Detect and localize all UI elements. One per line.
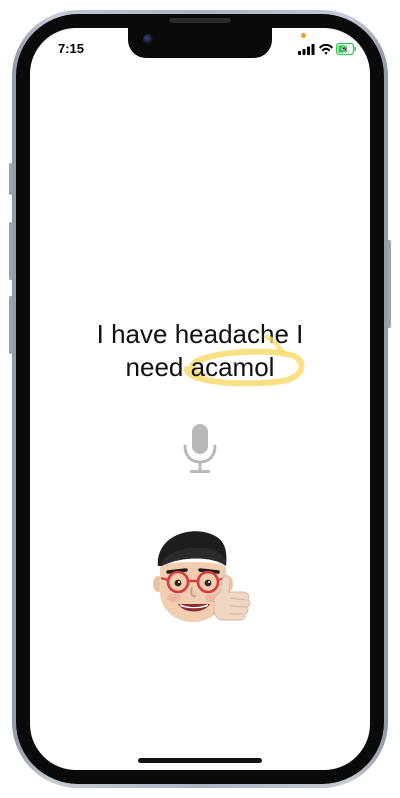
- power-button: [387, 240, 391, 328]
- highlighted-word: acamol: [183, 334, 304, 387]
- microphone-icon[interactable]: [182, 424, 218, 476]
- front-camera: [143, 34, 153, 44]
- volume-down-button: [9, 296, 13, 354]
- action-button: [9, 163, 13, 195]
- transcript-line-2: need acamol: [30, 334, 370, 387]
- battery-charging-icon: [335, 42, 357, 56]
- wifi-icon: [319, 43, 333, 55]
- home-indicator[interactable]: [138, 758, 262, 763]
- status-icons: [298, 42, 357, 56]
- highlighted-word-text: acamol: [190, 352, 275, 382]
- transcript-text: I have headache I need acamol: [30, 318, 370, 387]
- memoji-avatar-icon: [153, 531, 251, 622]
- transcript-line-2-prefix: need: [125, 352, 191, 382]
- phone-screen: 7:15: [30, 28, 370, 770]
- volume-up-button: [9, 222, 13, 280]
- status-time: 7:15: [58, 41, 85, 56]
- privacy-indicator-dot: [301, 33, 306, 38]
- cellular-signal-icon: [298, 44, 315, 55]
- earpiece-speaker: [169, 18, 231, 23]
- transcript-line-1: I have headache I: [96, 319, 304, 349]
